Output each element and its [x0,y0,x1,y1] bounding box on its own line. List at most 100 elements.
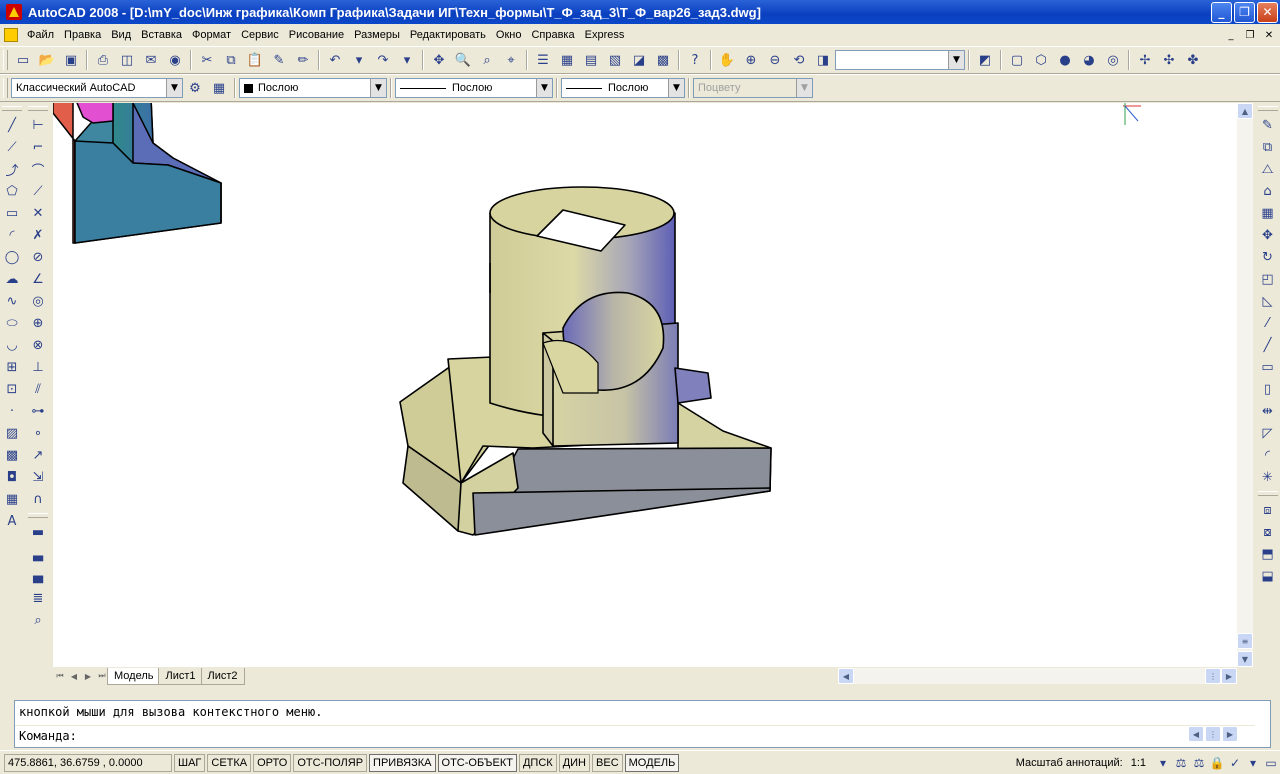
dim-edit-icon[interactable]: ⊶ [27,400,49,422]
undo-icon[interactable]: ↶ [324,49,346,71]
document-icon[interactable] [4,28,18,42]
named-view-select[interactable]: ▼ [835,50,965,70]
toolbar-grip[interactable] [28,106,48,111]
minimize-button[interactable]: _ [1211,1,1232,23]
dim-style-icon[interactable]: ⇲ [27,466,49,488]
chevron-down-icon[interactable]: ▼ [948,51,964,69]
menu-format[interactable]: Формат [187,29,236,41]
dim-text-edit-icon[interactable]: ∘ [27,422,49,444]
draw-order-back-icon[interactable]: ⧇ [1257,521,1279,543]
undo-dropdown-icon[interactable]: ▾ [348,49,370,71]
linetype-select[interactable]: Послою ▼ [395,78,553,98]
vertical-scrollbar[interactable]: ▲ ≡ ▼ [1237,103,1253,667]
doc-close-button[interactable]: ✕ [1261,27,1277,43]
paste-icon[interactable]: 📋 [244,49,266,71]
command-scroll[interactable]: ◀ ⋮ ▶ [1188,726,1254,742]
angular-icon[interactable]: ∠ [27,268,49,290]
menu-file[interactable]: Файл [22,29,59,41]
orbit-icon[interactable]: ⟲ [788,49,810,71]
extend-icon[interactable]: ╱ [1257,334,1279,356]
block-editor-icon[interactable]: ✏ [292,49,314,71]
menu-edit[interactable]: Правка [59,29,106,41]
ortho-toggle[interactable]: ОРТО [253,753,292,772]
plot-preview-icon[interactable]: ◫ [116,49,138,71]
chamfer-icon[interactable]: ◸ [1257,422,1279,444]
tab-layout1[interactable]: Лист1 [158,667,203,685]
radius-icon[interactable]: ✕ [27,202,49,224]
ruler-dropdown-icon[interactable]: ▄ [27,565,49,587]
polar-toggle[interactable]: ОТС-ПОЛЯР [293,753,368,772]
named-views-icon[interactable]: ◨ [812,49,834,71]
match-properties-icon[interactable]: ✎ [268,49,290,71]
status-menu-icon[interactable]: ▾ [1244,754,1262,772]
help-icon[interactable]: ? [684,49,706,71]
drawing-viewport[interactable] [53,103,1237,667]
snap-toggle[interactable]: ШАГ [174,753,206,772]
break-icon[interactable]: ▯ [1257,378,1279,400]
3d-align-icon[interactable]: ✤ [1182,49,1204,71]
conceptual-icon[interactable]: ◕ [1078,49,1100,71]
toolbar-grip[interactable] [3,50,8,70]
table-icon[interactable]: ▦ [1,488,23,510]
markup-icon[interactable]: ◪ [628,49,650,71]
dyn-toggle[interactable]: ДИН [558,753,591,772]
offset-icon[interactable]: ⌂ [1257,180,1279,202]
toolbar-grip[interactable] [1257,491,1278,496]
main-3d-model[interactable] [399,186,772,536]
arc-icon[interactable]: ◜ [1,224,23,246]
hidden-icon[interactable]: ⬡ [1030,49,1052,71]
chevron-down-icon[interactable]: ▼ [536,79,552,97]
ordinate-icon[interactable]: ⟋ [27,180,49,202]
publish-icon[interactable]: ✉ [140,49,162,71]
ducs-toggle[interactable]: ДПСК [518,753,557,772]
color-select[interactable]: Послою ▼ [239,78,387,98]
toolbar-grip[interactable] [28,513,48,518]
new-file-icon[interactable]: ▭ [12,49,34,71]
trim-icon[interactable]: ⁄ [1257,312,1279,334]
magnet-icon[interactable]: ∩ [27,488,49,510]
spline-icon[interactable]: ∿ [1,290,23,312]
menu-window[interactable]: Окно [491,29,527,41]
pan-realtime-icon[interactable]: ✋ [716,49,738,71]
zoom-out-icon[interactable]: ⊖ [764,49,786,71]
dim-update-icon[interactable]: ↗ [27,444,49,466]
3d-move-icon[interactable]: ✢ [1134,49,1156,71]
draw-order-under-icon[interactable]: ⬓ [1257,565,1279,587]
tab-model[interactable]: Модель [107,667,161,685]
line-icon[interactable]: ╱ [1,114,23,136]
scroll-down-icon[interactable]: ▼ [1237,651,1253,667]
stretch-icon[interactable]: ◺ [1257,290,1279,312]
linear-dimension-icon[interactable]: ⊢ [27,114,49,136]
model-canvas[interactable] [53,103,1237,667]
scroll-thumb[interactable]: ⋮ [1205,668,1221,684]
horizontal-scrollbar[interactable]: ◀ ⋮ ▶ [838,668,1237,684]
break-point-icon[interactable]: ▭ [1257,356,1279,378]
toolbar-grip[interactable] [2,106,22,111]
revision-cloud-icon[interactable]: ☁ [1,268,23,290]
zoom-text-icon[interactable]: ⌕ [27,609,49,631]
annotation-scale-value[interactable]: 1:1 [1131,757,1146,769]
text-style-icon[interactable]: ≣ [27,587,49,609]
chevron-down-icon[interactable]: ▼ [668,79,684,97]
make-block-icon[interactable]: ⊡ [1,378,23,400]
chevron-down-icon[interactable]: ▾ [1154,754,1172,772]
redo-icon[interactable]: ↷ [372,49,394,71]
workspace-settings-icon[interactable]: ⚙ [184,77,206,99]
chevron-down-icon[interactable]: ▼ [166,79,182,97]
aligned-dimension-icon[interactable]: ⌐ [27,136,49,158]
menu-express[interactable]: Express [580,29,630,41]
properties-icon[interactable]: ☰ [532,49,554,71]
pan-icon[interactable]: ✥ [428,49,450,71]
menu-view[interactable]: Вид [106,29,136,41]
command-window[interactable]: кнопкой мыши для вызова контекстного мен… [14,700,1271,748]
toolbar-grip[interactable] [3,78,8,98]
scroll-up-icon[interactable]: ▲ [1237,103,1253,119]
workspace-save-icon[interactable]: ▦ [208,77,230,99]
menu-modify[interactable]: Редактировать [405,29,491,41]
clean-screen-icon[interactable]: ▭ [1262,754,1280,772]
draw-order-front-icon[interactable]: ⧈ [1257,499,1279,521]
zoom-in-icon[interactable]: ⊕ [740,49,762,71]
fillet-icon[interactable]: ◜ [1257,444,1279,466]
region-icon[interactable]: ◘ [1,466,23,488]
menu-dimension[interactable]: Размеры [349,29,405,41]
